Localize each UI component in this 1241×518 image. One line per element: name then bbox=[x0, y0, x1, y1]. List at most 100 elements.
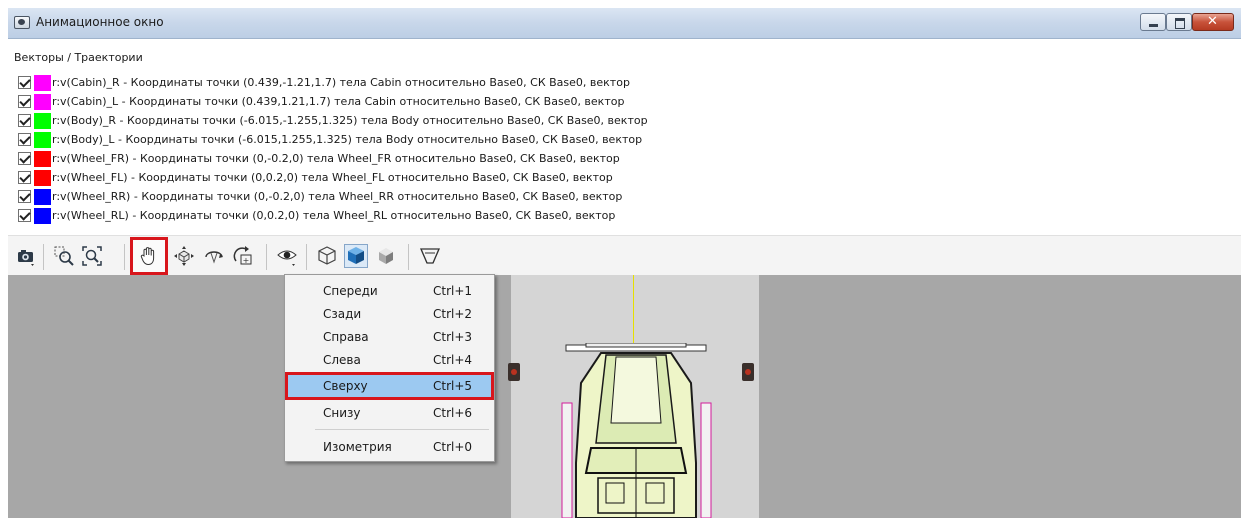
menu-item-label: Изометрия bbox=[323, 440, 392, 454]
vector-item: r:v(Wheel_RR) - Координаты точки (0,-0.2… bbox=[18, 188, 622, 205]
menu-item-shortcut: Ctrl+3 bbox=[433, 330, 473, 344]
vector-item: r:v(Body)_L - Координаты точки (-6.015,1… bbox=[18, 131, 642, 148]
zoom-fit-button[interactable] bbox=[80, 244, 104, 268]
menu-item-top[interactable]: Сверху Ctrl+5 bbox=[285, 372, 494, 400]
vector-label: r:v(Wheel_FR) - Координаты точки (0,-0.2… bbox=[52, 152, 620, 165]
vector-checkbox[interactable] bbox=[18, 133, 31, 146]
maximize-icon bbox=[1175, 18, 1185, 29]
svg-text:+: + bbox=[243, 256, 250, 265]
rotate-3d-button[interactable] bbox=[172, 244, 196, 268]
vector-item: r:v(Wheel_FL) - Координаты точки (0,0.2,… bbox=[18, 169, 613, 186]
menu-item-isometric[interactable]: Изометрия Ctrl+0 bbox=[288, 436, 491, 458]
rotate-fixed-icon: + bbox=[233, 246, 252, 265]
menu-item-shortcut: Ctrl+1 bbox=[433, 284, 473, 298]
menu-item-label: Сверху bbox=[323, 379, 368, 393]
menu-item-shortcut: Ctrl+5 bbox=[433, 379, 473, 393]
view-context-menu: Спереди Ctrl+1 Сзади Ctrl+2 Справа Ctrl+… bbox=[284, 274, 495, 462]
menu-item-right[interactable]: Справа Ctrl+3 bbox=[288, 326, 491, 348]
vector-color-swatch bbox=[34, 74, 51, 91]
animation-window-icon bbox=[14, 16, 30, 29]
menu-item-label: Справа bbox=[323, 330, 369, 344]
menu-item-bottom[interactable]: Снизу Ctrl+6 bbox=[288, 402, 491, 424]
vector-label: r:v(Cabin)_R - Координаты точки (0.439,-… bbox=[52, 76, 630, 89]
wireframe-cube-icon bbox=[318, 246, 336, 265]
left-marker-icon bbox=[508, 363, 520, 381]
menu-item-left[interactable]: Слева Ctrl+4 bbox=[288, 349, 491, 371]
menu-item-front[interactable]: Спереди Ctrl+1 bbox=[288, 280, 491, 302]
zoom-area-icon bbox=[54, 246, 74, 266]
menu-item-shortcut: Ctrl+0 bbox=[433, 440, 473, 454]
menu-item-label: Снизу bbox=[323, 406, 361, 420]
toolbar-separator bbox=[306, 244, 307, 270]
minimize-icon bbox=[1149, 24, 1158, 27]
minimize-button[interactable] bbox=[1140, 13, 1166, 31]
window-titlebar[interactable]: Анимационное окно ✕ bbox=[8, 8, 1241, 39]
vector-item: r:v(Wheel_RL) - Координаты точки (0,0.2,… bbox=[18, 207, 615, 224]
vectors-panel: Векторы / Траектории r:v(Cabin)_R - Коор… bbox=[8, 39, 1241, 235]
vector-item: r:v(Wheel_FR) - Координаты точки (0,-0.2… bbox=[18, 150, 620, 167]
toolbar-separator bbox=[266, 244, 267, 270]
menu-item-label: Слева bbox=[323, 353, 361, 367]
rotate-icon bbox=[205, 251, 223, 264]
right-marker-icon bbox=[742, 363, 754, 381]
vector-color-swatch bbox=[34, 131, 51, 148]
menu-item-shortcut: Ctrl+4 bbox=[433, 353, 473, 367]
vector-label: r:v(Wheel_RL) - Координаты точки (0,0.2,… bbox=[52, 209, 616, 222]
camera-button[interactable] bbox=[14, 244, 38, 268]
view-toolbar: + bbox=[8, 235, 1241, 276]
vector-checkbox[interactable] bbox=[18, 209, 31, 222]
vector-color-swatch bbox=[34, 93, 51, 110]
wireframe-button[interactable] bbox=[315, 244, 339, 268]
zoom-fit-icon bbox=[82, 246, 102, 266]
menu-item-back[interactable]: Сзади Ctrl+2 bbox=[288, 303, 491, 325]
rotate-button[interactable] bbox=[202, 244, 226, 268]
zoom-area-button[interactable] bbox=[52, 244, 76, 268]
vector-color-swatch bbox=[34, 169, 51, 186]
menu-item-label: Сзади bbox=[323, 307, 362, 321]
vector-checkbox[interactable] bbox=[18, 114, 31, 127]
camera-icon bbox=[18, 250, 34, 266]
vector-checkbox[interactable] bbox=[18, 152, 31, 165]
vector-label: r:v(Wheel_FL) - Координаты точки (0,0.2,… bbox=[52, 171, 613, 184]
close-button[interactable]: ✕ bbox=[1192, 13, 1234, 31]
perspective-icon bbox=[420, 248, 440, 264]
y-axis-line bbox=[633, 275, 634, 345]
vector-checkbox[interactable] bbox=[18, 76, 31, 89]
vector-color-swatch bbox=[34, 112, 51, 129]
vehicle-top-view bbox=[561, 343, 712, 518]
shaded-cube-icon bbox=[348, 247, 364, 264]
window-title: Анимационное окно bbox=[36, 15, 164, 29]
vector-label: r:v(Wheel_RR) - Координаты точки (0,-0.2… bbox=[52, 190, 623, 203]
vector-item: r:v(Body)_R - Координаты точки (-6.015,-… bbox=[18, 112, 648, 129]
toolbar-separator bbox=[43, 244, 44, 270]
pan-button[interactable] bbox=[130, 237, 168, 275]
animation-viewport[interactable] bbox=[8, 275, 1241, 518]
vector-checkbox[interactable] bbox=[18, 171, 31, 184]
vector-label: r:v(Body)_R - Координаты точки (-6.015,-… bbox=[52, 114, 648, 127]
pan-hand-icon bbox=[140, 247, 155, 266]
shaded-button[interactable] bbox=[344, 244, 368, 268]
maximize-button[interactable] bbox=[1166, 13, 1192, 31]
menu-item-shortcut: Ctrl+2 bbox=[433, 307, 473, 321]
vector-checkbox[interactable] bbox=[18, 95, 31, 108]
vector-label: r:v(Body)_L - Координаты точки (-6.015,1… bbox=[52, 133, 643, 146]
vectors-panel-title: Векторы / Траектории bbox=[14, 51, 143, 64]
perspective-button[interactable] bbox=[418, 244, 442, 268]
view-eye-icon bbox=[277, 250, 297, 266]
textured-cube-icon bbox=[379, 248, 393, 264]
menu-item-shortcut: Ctrl+6 bbox=[433, 406, 473, 420]
toolbar-separator bbox=[124, 244, 125, 270]
menu-item-label: Спереди bbox=[323, 284, 378, 298]
rotate-3d-icon bbox=[174, 246, 194, 266]
vector-label: r:v(Cabin)_L - Координаты точки (0.439,1… bbox=[52, 95, 625, 108]
vector-color-swatch bbox=[34, 150, 51, 167]
vector-color-swatch bbox=[34, 188, 51, 205]
close-icon: ✕ bbox=[1207, 14, 1218, 29]
toolbar-separator bbox=[408, 244, 409, 270]
view-select-button[interactable] bbox=[275, 244, 299, 268]
textured-button[interactable] bbox=[374, 244, 398, 268]
vector-color-swatch bbox=[34, 207, 51, 224]
vector-checkbox[interactable] bbox=[18, 190, 31, 203]
menu-separator bbox=[315, 429, 489, 430]
rotate-fixed-button[interactable]: + bbox=[231, 244, 255, 268]
